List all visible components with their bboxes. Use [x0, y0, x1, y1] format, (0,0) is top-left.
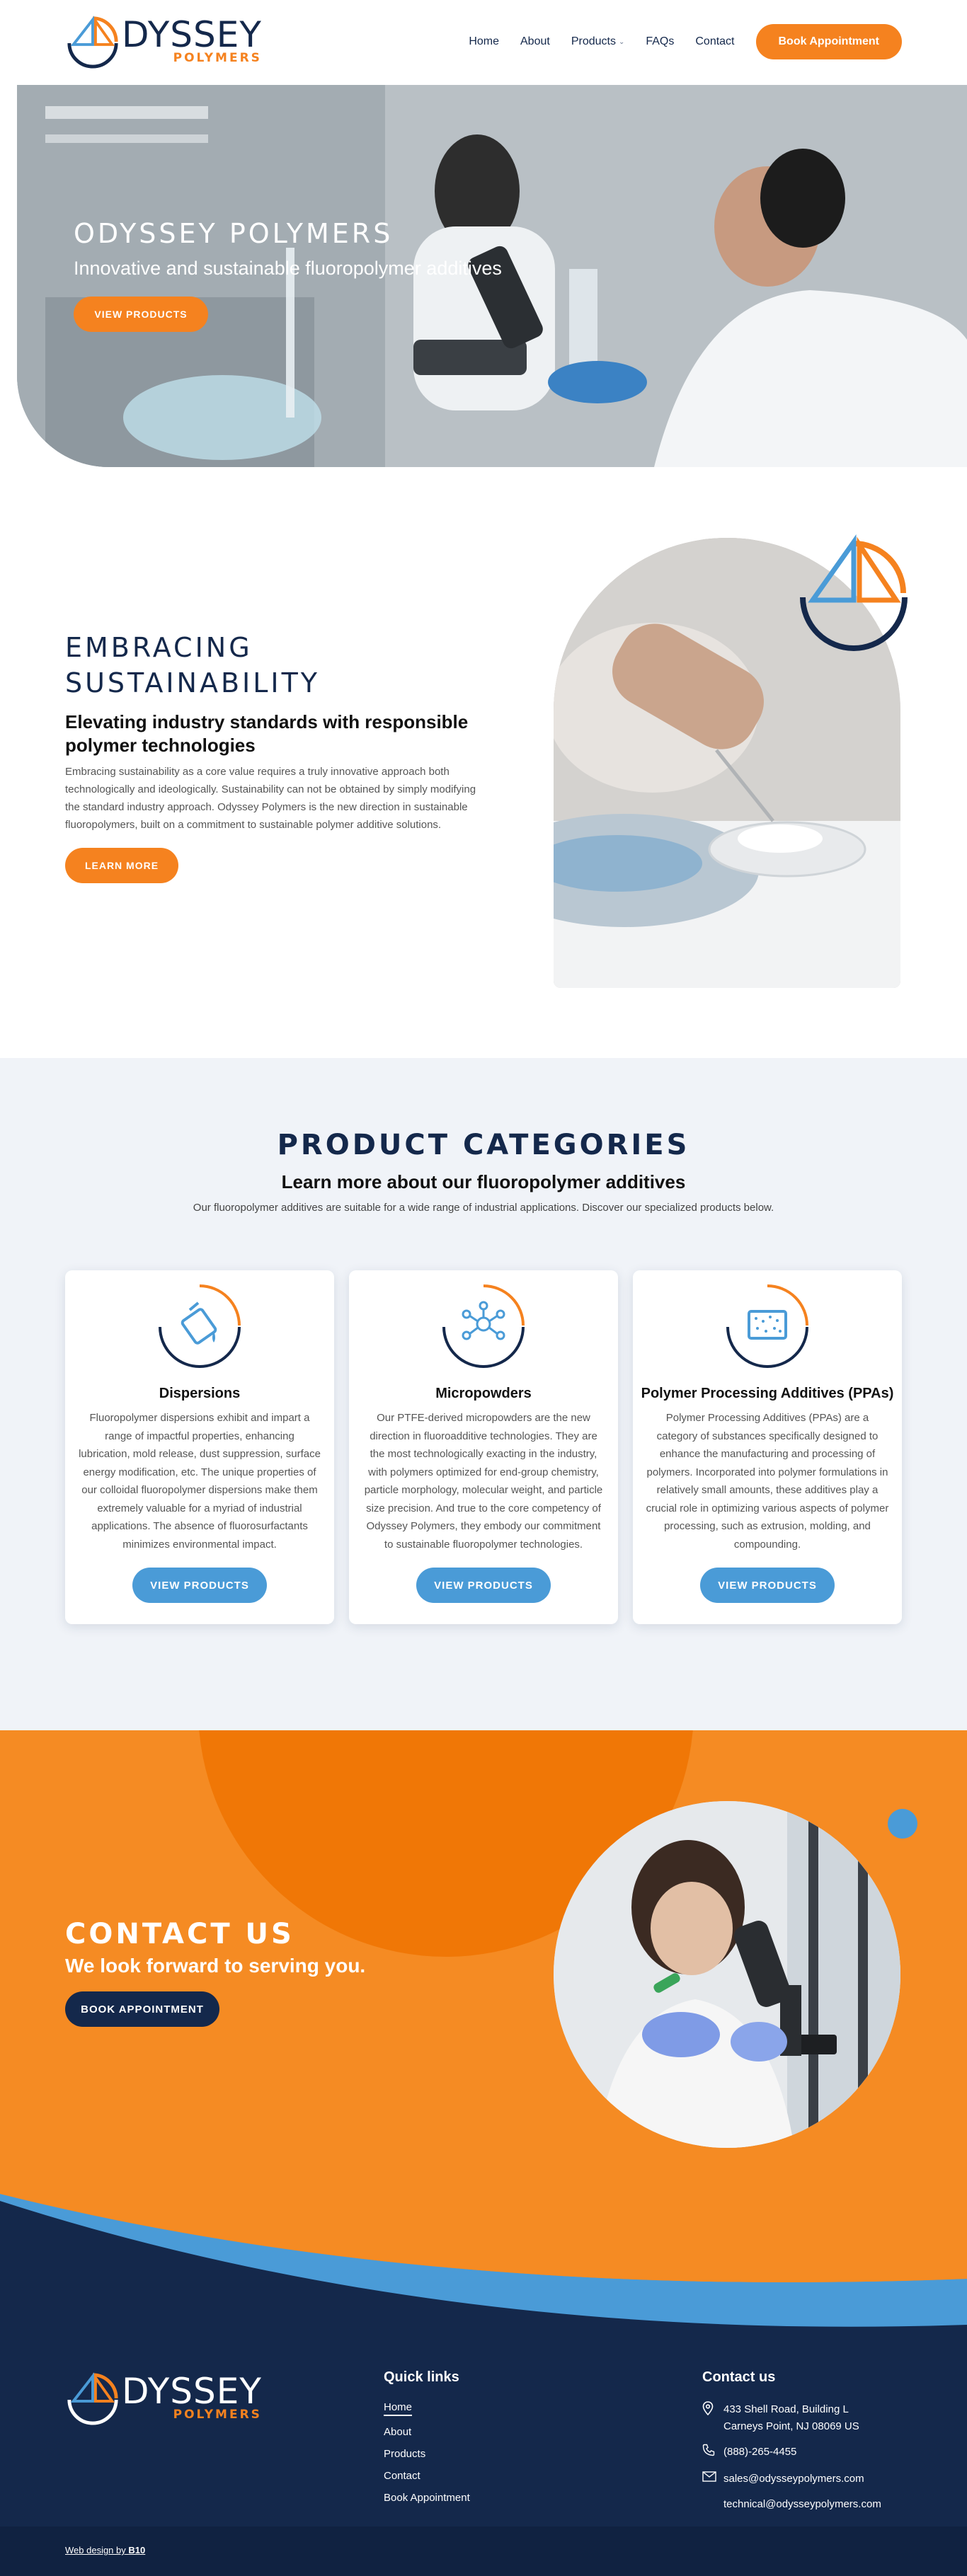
footer-link-book-appointment[interactable]: Book Appointment — [384, 2492, 470, 2504]
ppas-view-products-button[interactable]: VIEW PRODUCTS — [700, 1568, 835, 1603]
product-categories-subtitle: Learn more about our fluoropolymer addit… — [281, 1171, 686, 1192]
card-title: Dispersions — [159, 1386, 241, 1401]
footer-contact: Contact us 433 Shell Road, Building L Ca… — [702, 2369, 881, 2522]
card-body: Our PTFE-derived micropowders are the ne… — [364, 1412, 603, 1551]
decorative-wave — [0, 2194, 967, 2350]
sustainability-title-line1: EMBRACING — [65, 632, 253, 663]
decorative-blue-dot — [888, 1809, 917, 1839]
nav-faqs[interactable]: FAQs — [646, 35, 674, 48]
card-body: Fluoropolymer dispersions exhibit and im… — [79, 1412, 321, 1551]
product-card-dispersions: Dispersions Fluoropolymer dispersions ex… — [65, 1270, 334, 1624]
hero-banner: ODYSSEY POLYMERS Innovative and sustaina… — [17, 85, 967, 467]
footer-address: 433 Shell Road, Building L Carneys Point… — [702, 2401, 881, 2435]
molecule-icon — [442, 1284, 525, 1368]
footer-link-about[interactable]: About — [384, 2426, 470, 2438]
footer-link-products[interactable]: Products — [384, 2448, 470, 2460]
contact-title: CONTACT US — [65, 1918, 294, 1950]
book-appointment-button[interactable]: Book Appointment — [755, 24, 902, 59]
footer-email-technical[interactable]: technical@odysseypolymers.com — [702, 2496, 881, 2513]
hero-title: ODYSSEY POLYMERS — [74, 218, 394, 249]
envelope-icon — [702, 2471, 723, 2488]
map-pin-icon — [702, 2401, 723, 2435]
site-header: DYSSEY POLYMERS Home About Products ⌄ FAQ… — [0, 0, 967, 85]
learn-more-button[interactable]: LEARN MORE — [65, 848, 178, 883]
product-categories-description: Our fluoropolymer additives are suitable… — [193, 1202, 774, 1214]
sustainability-subtitle: Elevating industry standards with respon… — [65, 711, 469, 756]
credit-brand: B10 — [128, 2545, 146, 2555]
site-logo[interactable]: DYSSEY POLYMERS — [65, 14, 262, 69]
email-technical: technical@odysseypolymers.com — [723, 2498, 881, 2510]
address-line2: Carneys Point, NJ 08069 US — [723, 2420, 859, 2432]
quick-links: Quick links Home About Products Contact … — [384, 2369, 470, 2514]
footer-email-sales[interactable]: sales@odysseypolymers.com — [702, 2471, 881, 2488]
product-card-micropowders: Micropowders Our PTFE-derived micropowde… — [349, 1270, 618, 1624]
product-card-ppas: Polymer Processing Additives (PPAs) Poly… — [633, 1270, 902, 1624]
sailboat-logo-icon — [67, 16, 118, 69]
email-sales: sales@odysseypolymers.com — [723, 2473, 864, 2485]
credit-text: Web design by — [65, 2545, 126, 2555]
nav-products-label: Products — [571, 35, 616, 47]
footer-link-contact[interactable]: Contact — [384, 2470, 470, 2482]
product-categories-section: PRODUCT CATEGORIES Learn more about our … — [0, 1058, 967, 1730]
web-design-credit-link[interactable]: Web design by B10 — [65, 2545, 145, 2555]
nav-products[interactable]: Products ⌄ — [571, 35, 625, 48]
micropowders-view-products-button[interactable]: VIEW PRODUCTS — [416, 1568, 551, 1603]
hero-view-products-button[interactable]: VIEW PRODUCTS — [74, 297, 208, 332]
logo-wordmark: DYSSEY — [122, 2371, 262, 2412]
dispersion-icon — [159, 1284, 241, 1368]
contact-book-appointment-button[interactable]: BOOK APPOINTMENT — [65, 1991, 219, 2027]
card-title: Micropowders — [435, 1386, 532, 1401]
hero-subtitle: Innovative and sustainable fluoropolymer… — [74, 258, 502, 279]
card-title: Polymer Processing Additives (PPAs) — [641, 1386, 894, 1401]
card-body: Polymer Processing Additives (PPAs) are … — [646, 1412, 889, 1551]
copyright-bar: Web design by B10 — [0, 2526, 967, 2576]
address-line1: 433 Shell Road, Building L — [723, 2403, 849, 2415]
footer-phone[interactable]: (888)-265-4455 — [702, 2444, 881, 2462]
quick-links-title: Quick links — [384, 2369, 459, 2385]
dispersions-view-products-button[interactable]: VIEW PRODUCTS — [132, 1568, 267, 1603]
nav-about[interactable]: About — [520, 35, 550, 48]
product-categories-title: PRODUCT CATEGORIES — [277, 1129, 690, 1161]
footer-logo[interactable]: DYSSEY POLYMERS — [65, 2371, 262, 2426]
sailboat-logo-icon — [67, 2372, 118, 2425]
sustainability-title-line2: SUSTAINABILITY — [65, 667, 321, 698]
sustainability-body: Embracing sustainability as a core value… — [65, 766, 476, 831]
logo-wordmark: DYSSEY — [122, 14, 262, 55]
processing-additive-icon — [726, 1284, 808, 1368]
chevron-down-icon: ⌄ — [618, 38, 625, 46]
site-footer: DYSSEY POLYMERS Quick links Home About P… — [0, 2328, 967, 2526]
nav-home[interactable]: Home — [469, 35, 499, 48]
scientist-microscope-photo — [554, 1801, 900, 2148]
footer-contact-title: Contact us — [702, 2369, 776, 2385]
main-nav: Home About Products ⌄ FAQs Contact Book A… — [469, 24, 902, 59]
footer-link-home[interactable]: Home — [384, 2401, 413, 2416]
nav-contact[interactable]: Contact — [695, 35, 734, 48]
phone-number: (888)-265-4455 — [723, 2446, 797, 2458]
sailboat-emblem-icon — [800, 534, 908, 651]
phone-icon — [702, 2444, 723, 2462]
contact-subtitle: We look forward to serving you. — [65, 1955, 366, 1977]
sustainability-title: EMBRACING SUSTAINABILITY — [65, 630, 483, 701]
